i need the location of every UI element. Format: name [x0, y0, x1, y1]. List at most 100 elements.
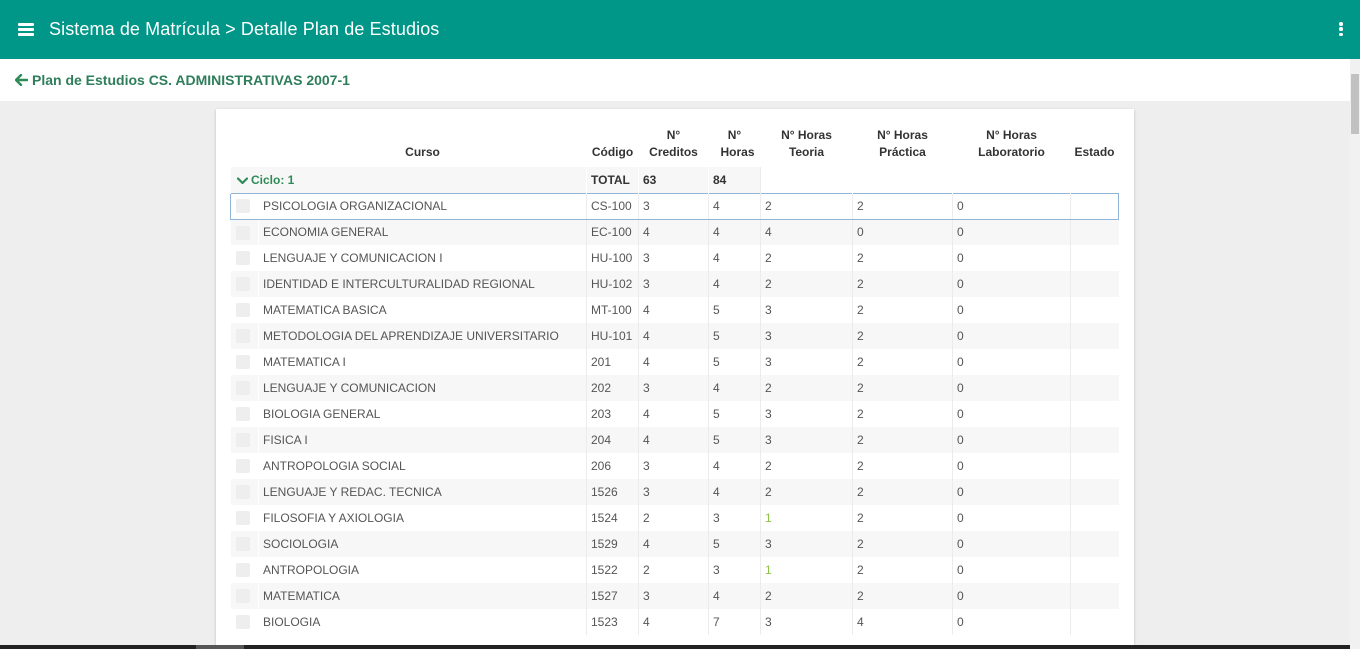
cell-estado [1070, 505, 1119, 531]
row-checkbox[interactable] [236, 537, 250, 552]
row-checkbox[interactable] [236, 459, 250, 474]
table-row[interactable]: SOCIOLOGIA 1529 4 5 3 2 0 [230, 531, 1119, 557]
cell-horas: 7 [708, 609, 761, 635]
table-row[interactable]: LENGUAJE Y COMUNICACION 202 3 4 2 2 0 [230, 375, 1119, 401]
cell-teoria: 2 [760, 583, 853, 609]
cell-creditos: 4 [638, 323, 709, 349]
row-checkbox[interactable] [236, 277, 250, 292]
table-header-row: Curso Código N° Creditos N° Horas N° Hor… [231, 121, 1119, 167]
table-row[interactable]: MATEMATICA 1527 3 4 2 2 0 [230, 583, 1119, 609]
cell-codigo: 1524 [586, 505, 639, 531]
row-checkbox[interactable] [236, 199, 250, 214]
header-creditos[interactable]: N° Creditos [639, 121, 709, 167]
cell-curso: FILOSOFIA Y AXIOLOGIA [258, 505, 587, 531]
cell-horas: 5 [708, 531, 761, 557]
cell-creditos: 2 [638, 557, 709, 583]
row-checkbox[interactable] [236, 511, 250, 526]
cell-practica: 2 [852, 349, 953, 375]
cell-laboratorio: 0 [952, 505, 1071, 531]
cell-horas: 5 [708, 297, 761, 323]
header-codigo[interactable]: Código [587, 121, 639, 167]
cell-laboratorio: 0 [952, 323, 1071, 349]
table-row[interactable]: ANTROPOLOGIA 1522 2 3 1 2 0 [230, 557, 1119, 583]
cell-creditos: 3 [638, 192, 709, 220]
header-practica[interactable]: N° Horas Práctica [853, 121, 953, 167]
cell-creditos: 3 [638, 375, 709, 401]
header-estado[interactable]: Estado [1071, 121, 1119, 167]
cell-curso: LENGUAJE Y COMUNICACION I [258, 245, 587, 271]
cycle-group-row[interactable]: Ciclo: 1 TOTAL 63 84 [230, 167, 1119, 193]
cell-practica: 2 [852, 271, 953, 297]
horizontal-scrollbar-thumb[interactable] [196, 645, 244, 649]
cell-curso: IDENTIDAD E INTERCULTURALIDAD REGIONAL [258, 271, 587, 297]
cell-practica: 2 [852, 479, 953, 505]
row-checkbox[interactable] [236, 433, 250, 448]
scrollbar-thumb[interactable] [1351, 74, 1359, 134]
table-row[interactable]: IDENTIDAD E INTERCULTURALIDAD REGIONAL HU… [230, 271, 1119, 297]
table-row[interactable]: METODOLOGIA DEL APRENDIZAJE UNIVERSITARI… [230, 323, 1119, 349]
cell-practica: 2 [852, 557, 953, 583]
row-checkbox[interactable] [236, 329, 250, 344]
row-checkbox-cell [230, 505, 259, 531]
cycle-total-label: TOTAL [586, 167, 639, 193]
table-row[interactable]: LENGUAJE Y REDAC. TECNICA 1526 3 4 2 2 0 [230, 479, 1119, 505]
cell-codigo: 1529 [586, 531, 639, 557]
cell-creditos: 4 [638, 401, 709, 427]
back-link[interactable]: Plan de Estudios CS. ADMINISTRATIVAS 200… [15, 72, 350, 88]
horizontal-scrollbar[interactable] [0, 645, 1350, 649]
cell-practica: 2 [852, 323, 953, 349]
header-curso[interactable]: Curso [259, 121, 587, 167]
cell-horas: 4 [708, 271, 761, 297]
hamburger-icon[interactable] [18, 23, 34, 36]
table-row[interactable]: BIOLOGIA GENERAL 203 4 5 3 2 0 [230, 401, 1119, 427]
kebab-vertical-icon[interactable] [1339, 22, 1343, 36]
cell-teoria: 1 [760, 505, 853, 531]
table-row[interactable]: MATEMATICA BASICA MT-100 4 5 3 2 0 [230, 297, 1119, 323]
cell-curso: LENGUAJE Y REDAC. TECNICA [258, 479, 587, 505]
table-row[interactable]: LENGUAJE Y COMUNICACION I HU-100 3 4 2 2 0 [230, 245, 1119, 271]
row-checkbox[interactable] [236, 225, 250, 240]
table-row[interactable]: FILOSOFIA Y AXIOLOGIA 1524 2 3 1 2 0 [230, 505, 1119, 531]
header-laboratorio[interactable]: N° Horas Laboratorio [953, 121, 1071, 167]
cell-horas: 3 [708, 505, 761, 531]
study-plan-table: Curso Código N° Creditos N° Horas N° Hor… [230, 121, 1119, 635]
table-row[interactable]: ECONOMIA GENERAL EC-100 4 4 4 0 0 [230, 219, 1119, 245]
cell-codigo: 1522 [586, 557, 639, 583]
cell-estado [1070, 192, 1119, 220]
row-checkbox[interactable] [236, 381, 250, 396]
row-checkbox-cell [230, 583, 259, 609]
table-row[interactable]: MATEMATICA I 201 4 5 3 2 0 [230, 349, 1119, 375]
cell-laboratorio: 0 [952, 297, 1071, 323]
table-row[interactable]: FISICA I 204 4 5 3 2 0 [230, 427, 1119, 453]
cycle-toggle[interactable]: Ciclo: 1 [230, 167, 587, 193]
table-row[interactable]: ANTROPOLOGIA SOCIAL 206 3 4 2 2 0 [230, 453, 1119, 479]
page-scrollbar[interactable] [1350, 59, 1360, 649]
cell-horas: 3 [708, 557, 761, 583]
row-checkbox[interactable] [236, 251, 250, 266]
row-checkbox[interactable] [236, 355, 250, 370]
cell-estado [1070, 453, 1119, 479]
cell-teoria: 3 [760, 349, 853, 375]
cell-curso: ANTROPOLOGIA SOCIAL [258, 453, 587, 479]
cell-laboratorio: 0 [952, 349, 1071, 375]
cell-creditos: 3 [638, 245, 709, 271]
cell-laboratorio: 0 [952, 453, 1071, 479]
cell-teoria: 2 [760, 271, 853, 297]
cell-codigo: CS-100 [586, 192, 639, 220]
row-checkbox[interactable] [236, 615, 250, 630]
row-checkbox[interactable] [236, 407, 250, 422]
header-horas[interactable]: N° Horas [709, 121, 761, 167]
header-teoria[interactable]: N° Horas Teoria [761, 121, 853, 167]
row-checkbox[interactable] [236, 303, 250, 318]
cell-codigo: 202 [586, 375, 639, 401]
row-checkbox[interactable] [236, 485, 250, 500]
cell-codigo: 1526 [586, 479, 639, 505]
cell-teoria: 2 [760, 192, 853, 220]
row-checkbox[interactable] [236, 563, 250, 578]
cell-codigo: 206 [586, 453, 639, 479]
cell-laboratorio: 0 [952, 531, 1071, 557]
table-row[interactable]: BIOLOGIA 1523 4 7 3 4 0 [230, 609, 1119, 635]
table-row[interactable]: PSICOLOGIA ORGANIZACIONAL CS-100 3 4 2 2 0 [230, 192, 1119, 220]
cell-laboratorio: 0 [952, 401, 1071, 427]
row-checkbox[interactable] [236, 589, 250, 604]
